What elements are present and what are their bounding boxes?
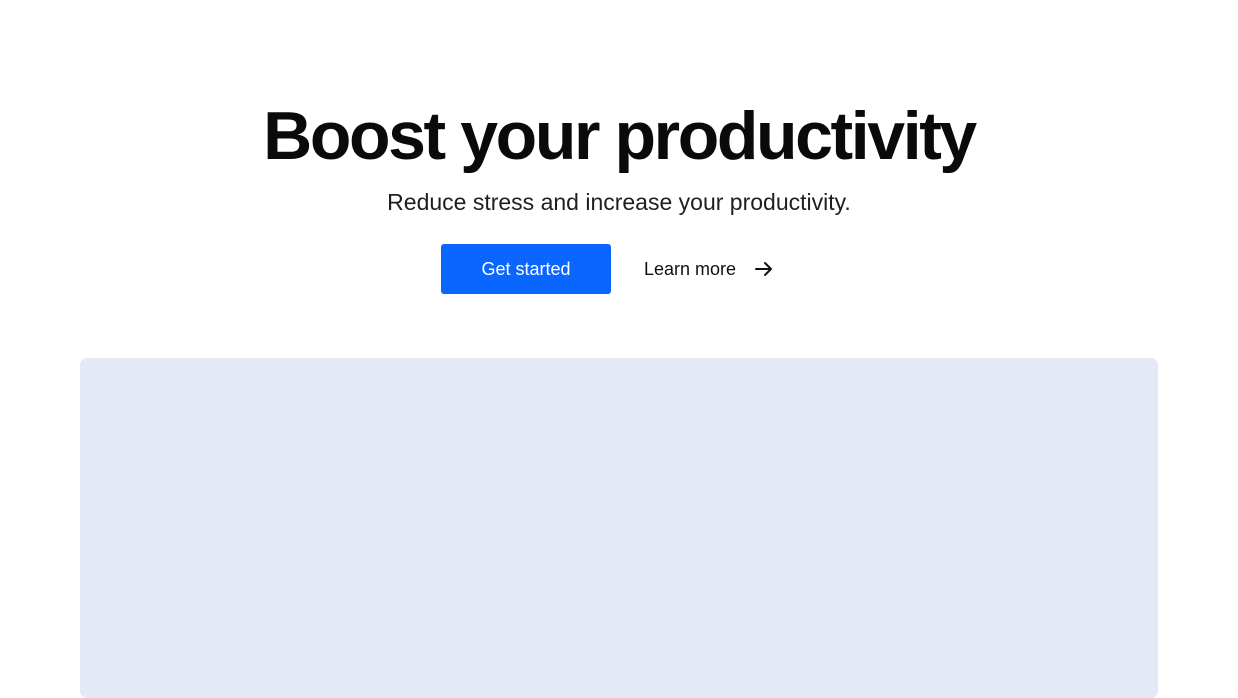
learn-more-link[interactable]: Learn more [644,244,774,294]
get-started-button[interactable]: Get started [441,244,611,294]
learn-more-label: Learn more [644,258,737,279]
page-subtitle: Reduce stress and increase your producti… [387,189,851,215]
hero-actions: Get started Learn more [441,244,774,294]
hero-section: Boost your productivity Reduce stress an… [0,0,1238,698]
hero-media-placeholder [80,358,1158,698]
arrow-right-icon [754,259,774,279]
page-title: Boost your productivity [263,98,977,174]
